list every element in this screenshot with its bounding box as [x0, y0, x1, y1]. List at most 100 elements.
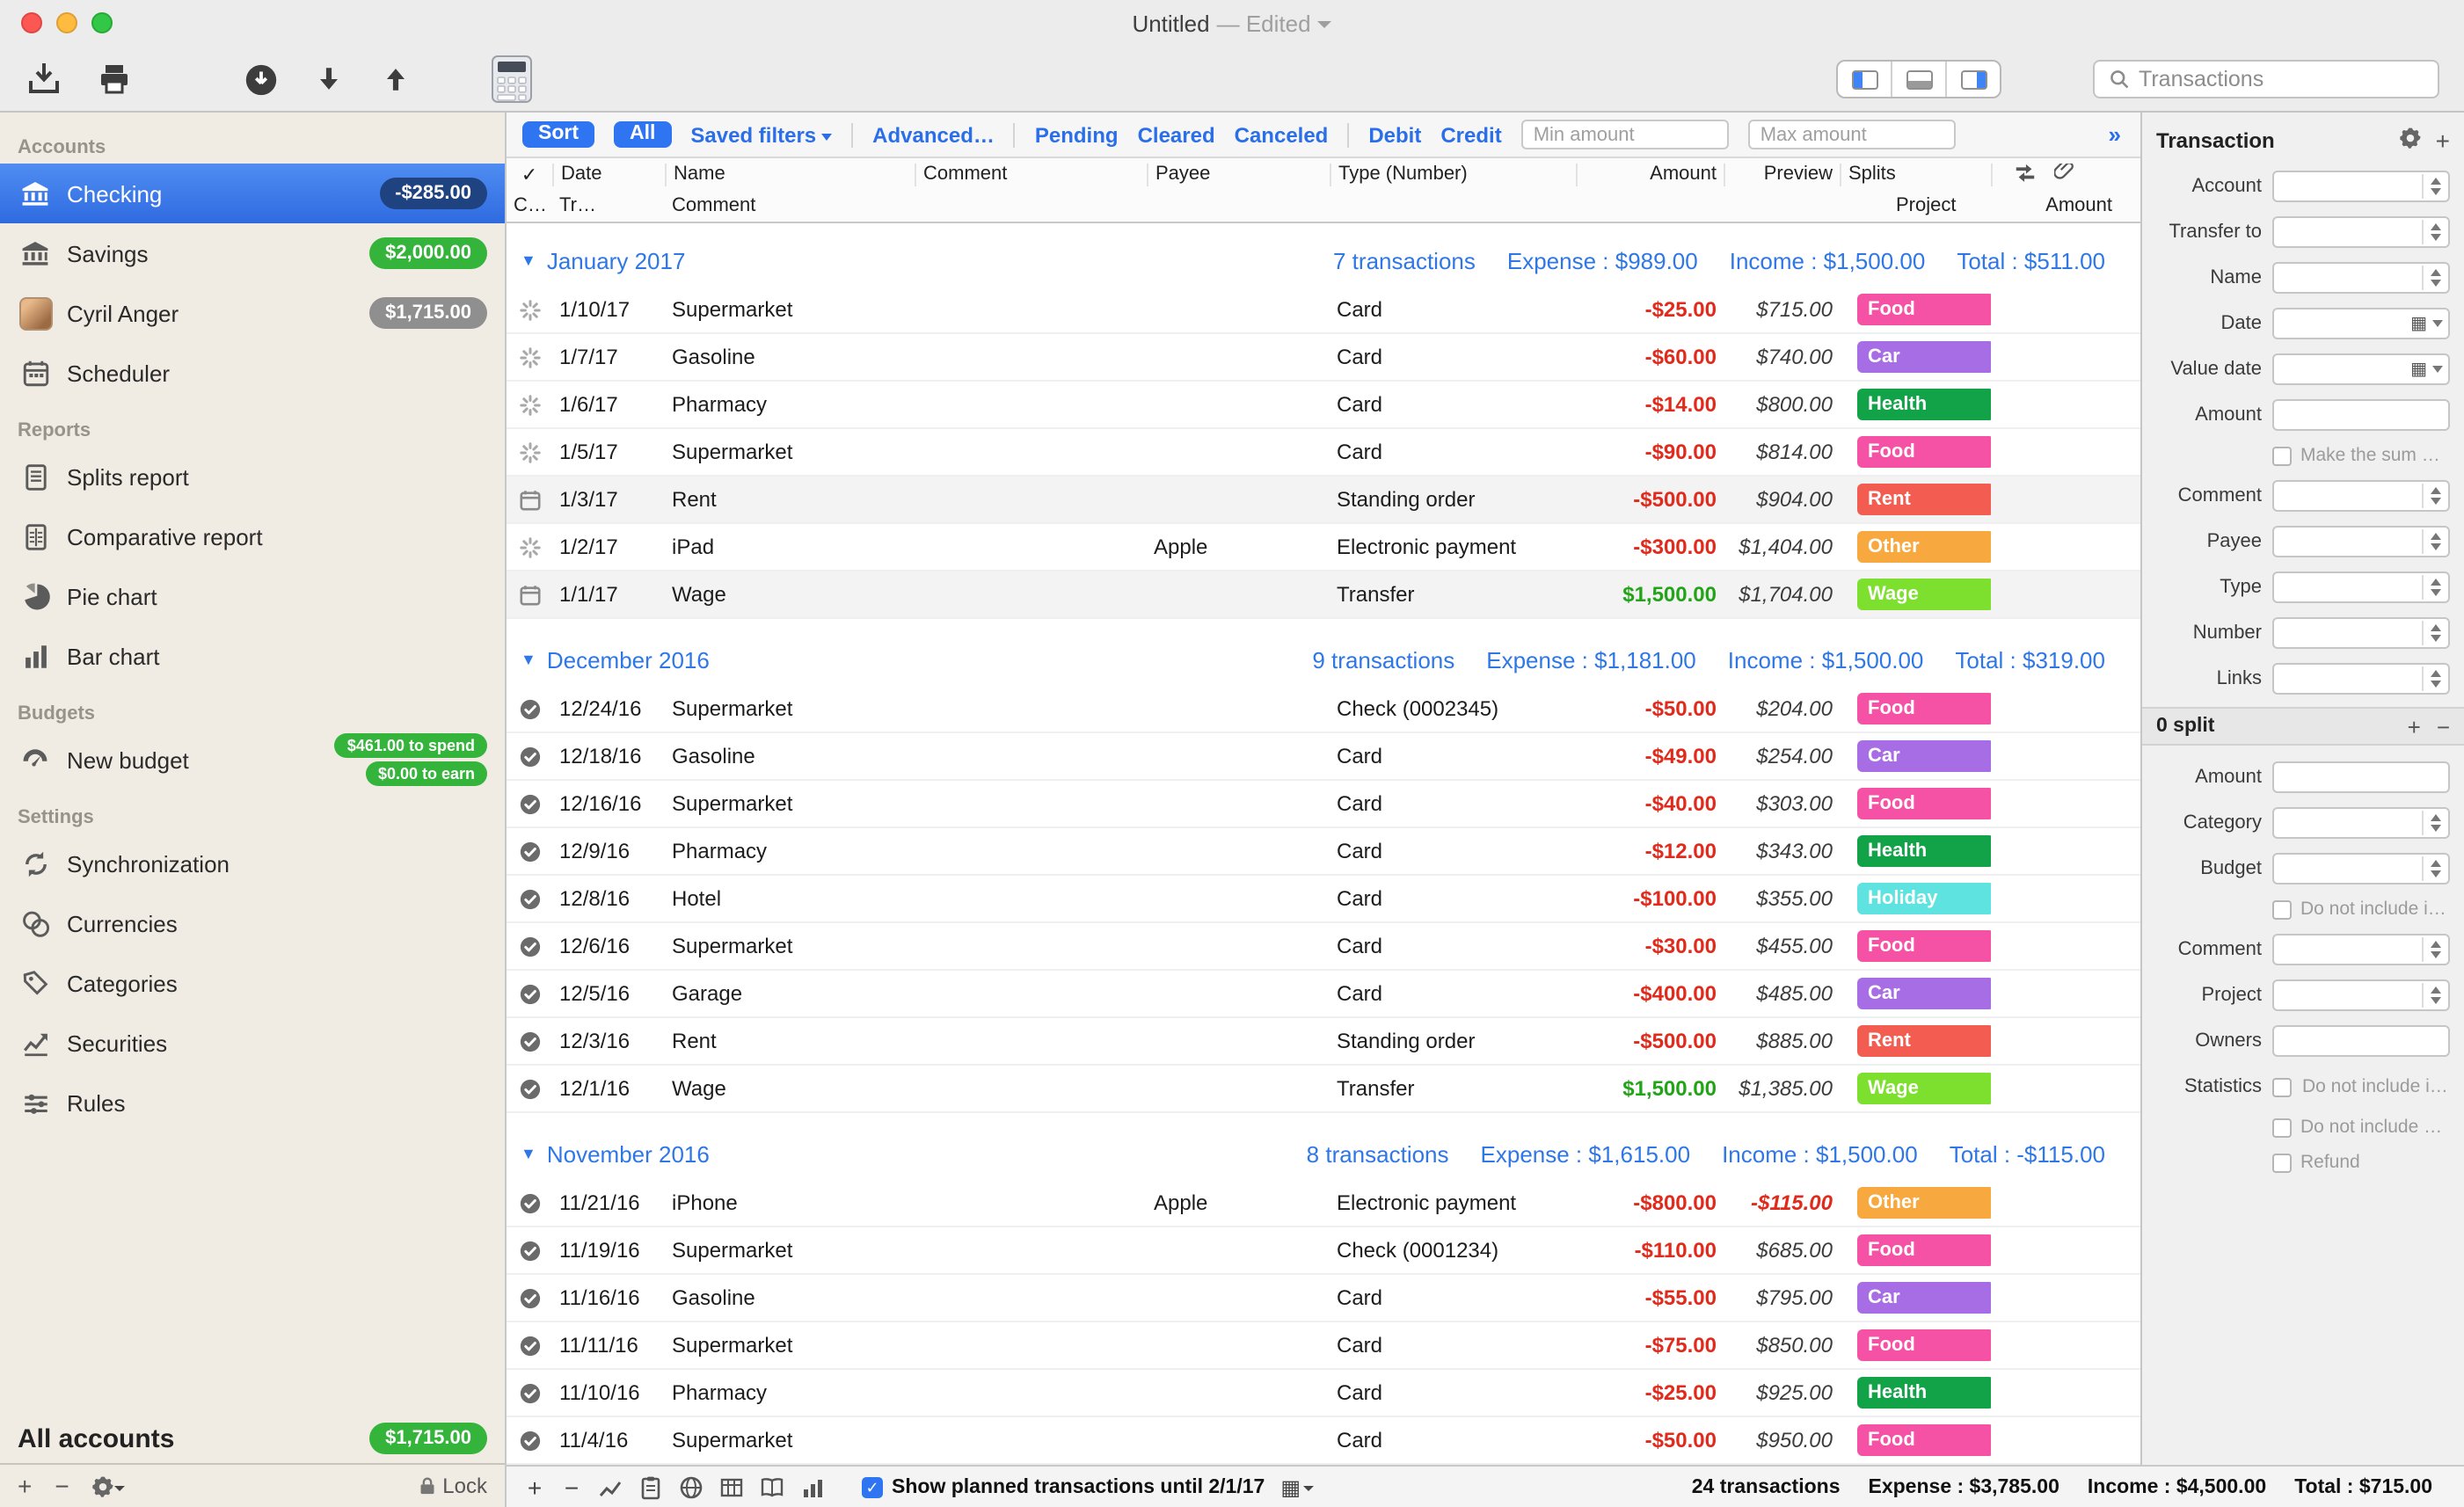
column-amount[interactable]: Amount [1576, 163, 1724, 186]
column-preview[interactable]: Preview [1724, 163, 1840, 186]
sidebar-item-cyril-anger[interactable]: Cyril Anger$1,715.00 [0, 283, 505, 343]
split-comment-combobox[interactable] [2272, 934, 2450, 965]
transaction-row[interactable]: 1/6/17 Pharmacy Card -$14.00 $800.00 Hea… [507, 382, 2140, 429]
transaction-row[interactable]: 1/5/17 Supermarket Card -$90.00 $814.00 … [507, 429, 2140, 477]
column-project[interactable]: Project [1840, 195, 1991, 216]
column-date[interactable]: Date [552, 163, 665, 186]
collapse-triangle-icon[interactable]: ▼ [521, 1145, 536, 1162]
sidebar-item-categories[interactable]: Categories [0, 953, 505, 1013]
move-down-button[interactable] [311, 62, 346, 97]
sidebar-item-scheduler[interactable]: Scheduler [0, 343, 505, 403]
all-accounts-row[interactable]: All accounts $1,715.00 [0, 1423, 505, 1454]
transaction-row[interactable]: 12/9/16 Pharmacy Card -$12.00 $343.00 He… [507, 828, 2140, 876]
transaction-row[interactable]: 12/24/16 Supermarket Check (0002345) -$5… [507, 686, 2140, 733]
value-date-field[interactable]: ▦ [2272, 353, 2450, 385]
transaction-row[interactable]: 12/18/16 Gasoline Card -$49.00 $254.00 C… [507, 733, 2140, 781]
column-type[interactable]: Type (Number) [1330, 163, 1576, 186]
comment-combobox[interactable] [2272, 480, 2450, 512]
transaction-row[interactable]: 12/1/16 Wage Transfer $1,500.00 $1,385.0… [507, 1066, 2140, 1113]
transaction-row[interactable]: 11/19/16 Supermarket Check (0001234) -$1… [507, 1227, 2140, 1275]
month-header[interactable]: ▼ December 2016 9 transactions Expense :… [507, 633, 2140, 686]
transaction-row[interactable]: 11/21/16 iPhone Apple Electronic payment… [507, 1180, 2140, 1227]
payee-combobox[interactable] [2272, 526, 2450, 557]
name-combobox[interactable] [2272, 262, 2450, 294]
collapse-triangle-icon[interactable]: ▼ [521, 251, 536, 269]
month-header[interactable]: ▼ November 2016 8 transactions Expense :… [507, 1127, 2140, 1180]
inspector-add-button[interactable]: + [2436, 127, 2450, 155]
download-circle-button[interactable] [243, 61, 280, 98]
column-comment[interactable]: Comment [915, 163, 1147, 186]
export-button[interactable] [25, 60, 63, 98]
column-tr[interactable]: Tr… [552, 195, 665, 216]
sidebar-item-securities[interactable]: Securities [0, 1013, 505, 1073]
sort-button[interactable]: Sort [522, 121, 594, 148]
collapse-triangle-icon[interactable]: ▼ [521, 651, 536, 668]
action-menu-button[interactable] [92, 1474, 126, 1497]
account-stepper[interactable] [2272, 171, 2450, 202]
column-name[interactable]: Name [665, 163, 915, 186]
sidebar-item-comparative-report[interactable]: Comparative report [0, 506, 505, 566]
budget-stepper[interactable] [2272, 853, 2450, 885]
filter-canceled[interactable]: Canceled [1235, 122, 1329, 147]
filter-credit[interactable]: Credit [1440, 122, 1501, 147]
column-split-amount[interactable]: Amount [1991, 195, 2140, 216]
transaction-row[interactable]: 1/1/17 Wage Transfer $1,500.00 $1,704.00… [507, 571, 2140, 619]
month-header[interactable]: ▼ January 2017 7 transactions Expense : … [507, 234, 2140, 287]
sidebar-item-checking[interactable]: Checking-$285.00 [0, 164, 505, 223]
filter-all-button[interactable]: All [614, 121, 671, 148]
filter-cleared[interactable]: Cleared [1138, 122, 1215, 147]
number-combobox[interactable] [2272, 617, 2450, 649]
amount-input[interactable] [2272, 399, 2450, 431]
remove-split-button[interactable]: − [2437, 713, 2450, 739]
show-planned-checkbox[interactable]: ✓ Show planned transactions until 2/1/17 [862, 1476, 1265, 1497]
type-combobox[interactable] [2272, 571, 2450, 603]
transaction-row[interactable]: 1/3/17 Rent Standing order -$500.00 $904… [507, 477, 2140, 524]
transaction-row[interactable]: 12/5/16 Garage Card -$400.00 $485.00 Car [507, 971, 2140, 1018]
sidebar-item-bar-chart[interactable]: Bar chart [0, 626, 505, 686]
sidebar-item-currencies[interactable]: Currencies [0, 893, 505, 953]
toggle-sidebar-button[interactable] [1838, 62, 1891, 97]
attachment-icon[interactable] [2054, 163, 2075, 186]
transaction-row[interactable]: 12/16/16 Supermarket Card -$40.00 $303.0… [507, 781, 2140, 828]
add-split-button[interactable]: + [2408, 713, 2421, 739]
spreadsheet-icon[interactable] [719, 1474, 744, 1499]
transfer-to-stepper[interactable] [2272, 216, 2450, 248]
lock-button[interactable]: Lock [418, 1474, 487, 1498]
date-field[interactable]: ▦ [2272, 308, 2450, 339]
toggle-bottombar-button[interactable] [1891, 62, 1945, 97]
column-c[interactable]: C… [507, 195, 552, 216]
stat-checkbox-2[interactable]: Do not include w… [2272, 1115, 2450, 1139]
transaction-row[interactable]: 1/2/17 iPad Apple Electronic payment -$3… [507, 524, 2140, 571]
transaction-row[interactable]: 11/11/16 Supermarket Card -$75.00 $850.0… [507, 1322, 2140, 1370]
owners-input[interactable] [2272, 1025, 2450, 1057]
column-comment-sub[interactable]: Comment [665, 195, 915, 216]
project-combobox[interactable] [2272, 979, 2450, 1011]
column-payee[interactable]: Payee [1147, 163, 1330, 186]
make-sum-checkbox[interactable]: Make the sum of… [2272, 443, 2450, 468]
bar-chart-icon[interactable] [800, 1474, 825, 1499]
transaction-row[interactable]: 11/10/16 Pharmacy Card -$25.00 $925.00 H… [507, 1370, 2140, 1417]
checkbox-icon[interactable] [2272, 1077, 2292, 1096]
links-combobox[interactable] [2272, 663, 2450, 695]
do-not-include-checkbox[interactable]: Do not include in… [2272, 897, 2450, 921]
min-amount-input[interactable] [1521, 120, 1729, 149]
more-filters-chevron[interactable]: » [2109, 121, 2125, 148]
calendar-menu-button[interactable]: ▦ [1280, 1474, 1313, 1499]
sidebar-item-synchronization[interactable]: Synchronization [0, 834, 505, 893]
line-chart-icon[interactable] [598, 1474, 623, 1499]
column-status[interactable]: ✓ [507, 163, 552, 186]
refund-checkbox[interactable]: Refund [2272, 1150, 2450, 1175]
add-account-button[interactable]: + [18, 1472, 32, 1500]
max-amount-input[interactable] [1748, 120, 1956, 149]
inspector-settings-button[interactable] [2399, 127, 2422, 155]
globe-icon[interactable] [679, 1474, 703, 1499]
sidebar-item-savings[interactable]: Savings$2,000.00 [0, 223, 505, 283]
add-transaction-button[interactable]: + [524, 1473, 545, 1501]
clipboard-icon[interactable] [638, 1474, 663, 1499]
move-up-button[interactable] [378, 62, 413, 97]
remove-transaction-button[interactable]: − [561, 1473, 582, 1501]
toggle-inspector-button[interactable] [1945, 62, 2000, 97]
transaction-row[interactable]: 12/6/16 Supermarket Card -$30.00 $455.00… [507, 923, 2140, 971]
transfer-icon[interactable] [2014, 163, 2037, 186]
column-splits[interactable]: Splits [1840, 163, 1991, 186]
